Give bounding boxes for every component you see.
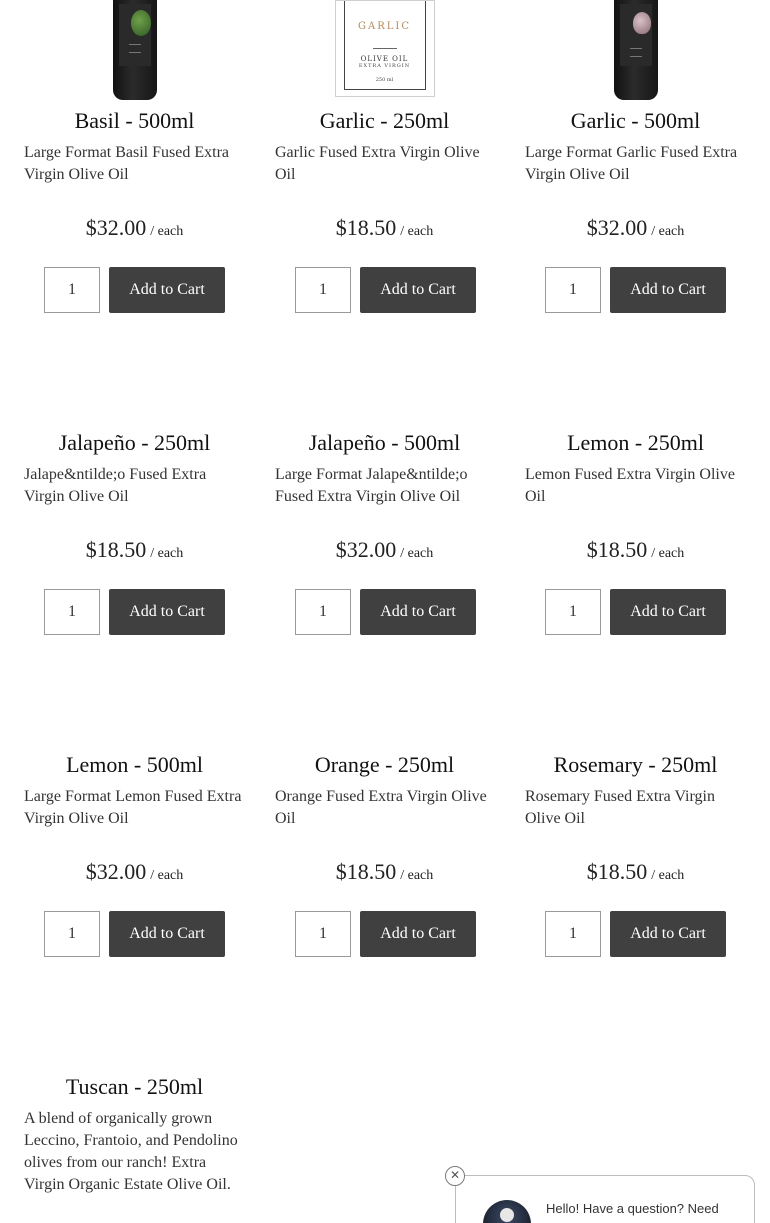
add-to-cart-button[interactable]: Add to Cart	[360, 267, 476, 313]
price-row: $18.50/ each	[510, 859, 761, 885]
quantity-input[interactable]	[545, 267, 601, 313]
add-to-cart-button[interactable]: Add to Cart	[360, 911, 476, 957]
quantity-input[interactable]	[295, 267, 351, 313]
product-title[interactable]: Jalapeño - 250ml	[9, 430, 260, 456]
basil-bottle-image	[112, 0, 157, 100]
product-description: Large Format Garlic Fused Extra Virgin O…	[525, 144, 738, 183]
product-description: Large Format Basil Fused Extra Virgin Ol…	[24, 144, 229, 183]
add-to-cart-button[interactable]: Add to Cart	[360, 589, 476, 635]
product-title[interactable]: Garlic - 500ml	[510, 108, 761, 134]
garlic-box-image: GARLIC OLIVE OIL EXTRA VIRGIN 250 ml	[334, 0, 435, 97]
price-row: $32.00/ each	[510, 215, 761, 241]
product-description: Orange Fused Extra Virgin Olive Oil	[275, 788, 487, 827]
price: $18.50	[335, 215, 397, 240]
product-description: Jalape&ntilde;o Fused Extra Virgin Olive…	[24, 466, 207, 505]
add-to-cart-button[interactable]: Add to Cart	[109, 267, 225, 313]
box-label-volume: 250 ml	[375, 77, 394, 83]
price: $18.50	[586, 859, 648, 884]
price-unit: / each	[150, 224, 184, 239]
quantity-input[interactable]	[44, 911, 100, 957]
box-label-line1: OLIVE OIL	[360, 55, 409, 63]
product-description: Rosemary Fused Extra Virgin Olive Oil	[525, 788, 715, 827]
price-row: $32.00/ each	[9, 215, 260, 241]
chat-message[interactable]: Hello! Have a question? Need	[546, 1201, 719, 1216]
product-title[interactable]: Lemon - 500ml	[9, 752, 260, 778]
quantity-input[interactable]	[44, 589, 100, 635]
box-label-line2: EXTRA VIRGIN	[358, 63, 411, 69]
price-unit: / each	[400, 546, 434, 561]
price-unit: / each	[150, 868, 184, 883]
product-title[interactable]: Tuscan - 250ml	[9, 1074, 260, 1100]
price: $32.00	[335, 537, 397, 562]
price: $18.50	[335, 859, 397, 884]
product-description: Garlic Fused Extra Virgin Olive Oil	[275, 144, 480, 183]
chat-avatar	[483, 1200, 531, 1223]
chat-widget[interactable]: Hello! Have a question? Need	[455, 1175, 755, 1223]
price-row: $32.00/ each	[259, 537, 510, 563]
product-title[interactable]: Jalapeño - 500ml	[259, 430, 510, 456]
product-image[interactable]: GARLIC OLIVE OIL EXTRA VIRGIN 250 ml	[259, 0, 510, 100]
add-to-cart-button[interactable]: Add to Cart	[109, 589, 225, 635]
add-to-cart-button[interactable]: Add to Cart	[109, 911, 225, 957]
product-description: A blend of organically grown Leccino, Fr…	[24, 1110, 238, 1193]
product-image[interactable]	[9, 0, 260, 100]
add-to-cart-button[interactable]: Add to Cart	[610, 589, 726, 635]
box-label-name: GARLIC	[358, 21, 411, 32]
price: $18.50	[85, 537, 147, 562]
price-row: $18.50/ each	[510, 537, 761, 563]
product-description: Large Format Jalape&ntilde;o Fused Extra…	[275, 466, 468, 505]
garlic-bottle-image	[613, 0, 658, 100]
garlic-bulb-icon	[632, 12, 651, 34]
product-title[interactable]: Garlic - 250ml	[259, 108, 510, 134]
price-unit: / each	[150, 546, 184, 561]
product-image[interactable]	[510, 0, 761, 100]
basil-leaf-icon	[130, 10, 151, 36]
price-unit: / each	[400, 868, 434, 883]
add-to-cart-button[interactable]: Add to Cart	[610, 911, 726, 957]
add-to-cart-button[interactable]: Add to Cart	[610, 267, 726, 313]
price-row: $32.00/ each	[9, 859, 260, 885]
price: $32.00	[85, 859, 147, 884]
price: $32.00	[85, 215, 147, 240]
price-row: $18.50/ each	[9, 537, 260, 563]
price-unit: / each	[651, 546, 685, 561]
product-title[interactable]: Basil - 500ml	[9, 108, 260, 134]
product-title[interactable]: Orange - 250ml	[259, 752, 510, 778]
quantity-input[interactable]	[545, 589, 601, 635]
product-title[interactable]: Rosemary - 250ml	[510, 752, 761, 778]
product-description: Lemon Fused Extra Virgin Olive Oil	[525, 466, 735, 505]
price-unit: / each	[400, 224, 434, 239]
product-description: Large Format Lemon Fused Extra Virgin Ol…	[24, 788, 242, 827]
quantity-input[interactable]	[295, 911, 351, 957]
price: $18.50	[586, 537, 648, 562]
close-circle-icon[interactable]: ✕	[445, 1166, 465, 1186]
price: $32.00	[586, 215, 648, 240]
quantity-input[interactable]	[545, 911, 601, 957]
price-row: $18.50/ each	[259, 859, 510, 885]
price-unit: / each	[651, 868, 685, 883]
product-title[interactable]: Lemon - 250ml	[510, 430, 761, 456]
price-unit: / each	[651, 224, 685, 239]
quantity-input[interactable]	[44, 267, 100, 313]
price-row: $18.50/ each	[259, 215, 510, 241]
quantity-input[interactable]	[295, 589, 351, 635]
